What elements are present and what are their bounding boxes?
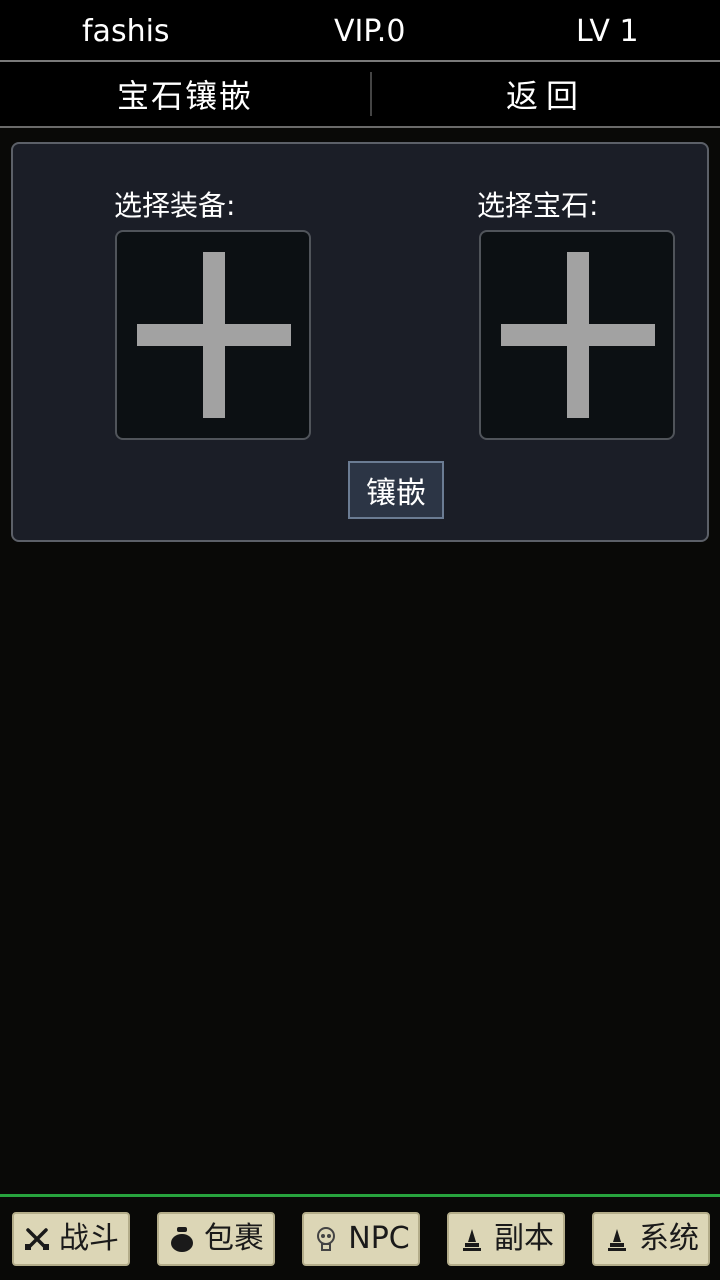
inlay-button[interactable]: 镶嵌 xyxy=(348,461,444,519)
vip-level: VIP.0 xyxy=(334,14,406,49)
title-divider xyxy=(0,126,720,128)
nav-system-button[interactable]: 系统 xyxy=(592,1212,710,1266)
skull-icon xyxy=(312,1225,340,1253)
player-level: LV 1 xyxy=(576,14,639,49)
nav-dungeon-button[interactable]: 副本 xyxy=(447,1212,565,1266)
equipment-slot[interactable] xyxy=(115,230,311,440)
nav-npc-button[interactable]: NPC xyxy=(302,1212,420,1266)
title-bar: 宝石镶嵌 返回 xyxy=(0,62,720,126)
status-bar: fashis VIP.0 LV 1 xyxy=(0,0,720,60)
page-title: 宝石镶嵌 xyxy=(116,77,253,115)
bag-icon xyxy=(168,1225,196,1253)
crossed-swords-icon xyxy=(23,1225,51,1253)
username: fashis xyxy=(82,14,170,49)
nav-bag-label: 包裹 xyxy=(204,1221,264,1256)
pawn-icon xyxy=(603,1225,631,1253)
back-button[interactable]: 返回 xyxy=(372,62,720,126)
equipment-label: 选择装备: xyxy=(114,189,236,222)
nav-bag-button[interactable]: 包裹 xyxy=(157,1212,275,1266)
pawn-icon xyxy=(458,1225,486,1253)
gem-slot[interactable] xyxy=(479,230,675,440)
inlay-panel: 选择装备: 选择宝石: 镶嵌 xyxy=(11,142,709,542)
nav-battle-label: 战斗 xyxy=(59,1221,119,1256)
nav-dungeon-label: 副本 xyxy=(494,1221,554,1256)
bottom-nav: 战斗 包裹 NPC 副本 系统 xyxy=(0,1197,720,1280)
gem-label: 选择宝石: xyxy=(477,189,599,222)
nav-npc-label: NPC xyxy=(348,1221,410,1256)
nav-system-label: 系统 xyxy=(639,1221,699,1256)
nav-battle-button[interactable]: 战斗 xyxy=(12,1212,130,1266)
